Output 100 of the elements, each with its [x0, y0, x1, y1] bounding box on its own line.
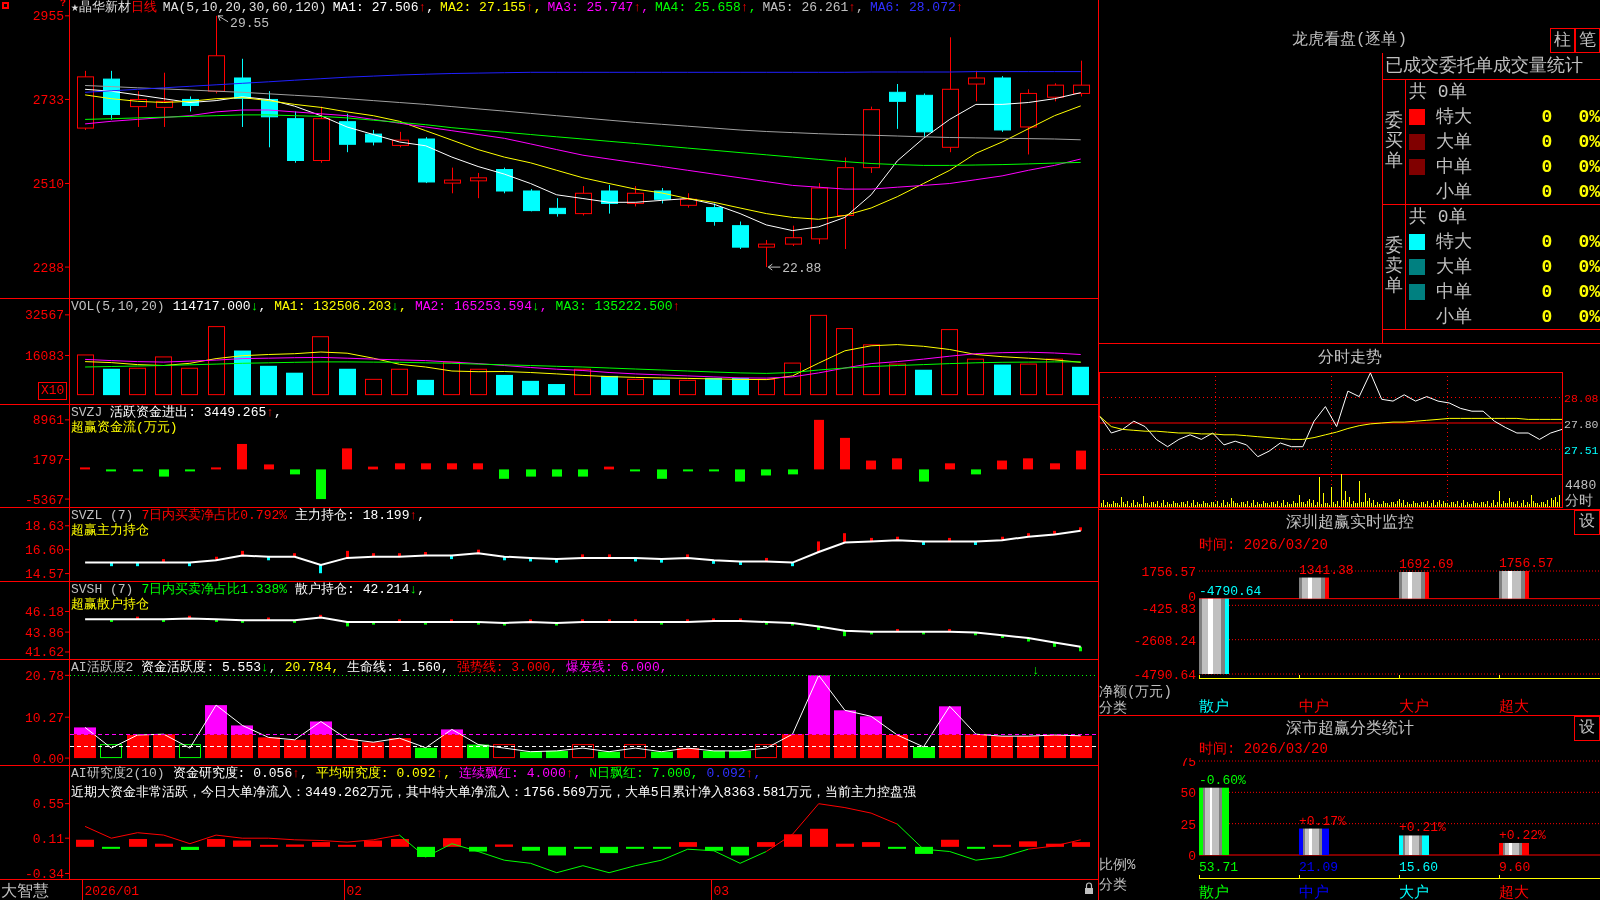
data-label: 21.09 — [1299, 860, 1338, 875]
indicator-reading: 0.092↑, — [706, 766, 762, 781]
indicator-name: AI研究度2(10) — [71, 766, 165, 781]
axis-label: 2955 — [32, 9, 64, 25]
order-count: 0 — [1540, 106, 1554, 129]
indicator-reading: MA2: 165253.594↓, — [414, 299, 548, 314]
order-size-label: 小单 — [1436, 305, 1473, 328]
indicator-reading: 平均研究度: 0.092↑, — [315, 766, 452, 781]
order-total: 共 0单 — [1409, 206, 1467, 229]
indicator-reading: MA1: 27.506↑, — [332, 0, 435, 15]
indicator-name: MA(5,10,20,30,60,120) — [162, 0, 327, 15]
indicator-name: SVSH (7) — [71, 582, 134, 597]
axis-label: 0 — [1188, 590, 1196, 605]
axis-label: 25 — [1180, 817, 1196, 833]
category-label: 大户 — [1399, 699, 1429, 715]
order-percent: 0% — [1578, 155, 1600, 178]
indicator-name: VOL(5,10,20) — [71, 299, 165, 314]
analysis-comment: 近期大资金非常活跃，今日大单净流入：3449.262万元，其中特大单净流入：1756.569万元，大单5日累计净入8363.581万元，当前主力控盘强 — [71, 785, 917, 801]
axis-label: 32567 — [25, 308, 64, 324]
category-label: 超大 — [1499, 699, 1529, 715]
category-label: 中户 — [1299, 885, 1329, 900]
indicator-subtitle: 超赢资金流(万元) — [71, 420, 178, 435]
order-count: 0 — [1540, 180, 1554, 203]
side-label: 委买单 — [1385, 112, 1403, 172]
indicator-name: SVZL (7) — [71, 508, 134, 523]
axis-label: -425.83 — [1141, 602, 1196, 617]
category-label: 超大 — [1499, 885, 1529, 900]
panel-title: 龙虎看盘(逐单) — [1291, 30, 1408, 50]
order-count: 0 — [1540, 256, 1554, 278]
axis-label: 14.57 — [25, 567, 64, 581]
indicator-reading: N日飘红: 7.000, — [589, 766, 699, 781]
axis-label: 27.51 — [1564, 443, 1599, 457]
date-label: 2026/01 — [84, 884, 140, 899]
brand-label: 大智慧 — [1, 883, 49, 900]
indicator-reading: 资金研究度: 0.056↑, — [172, 766, 308, 781]
data-label: 1341.38 — [1299, 562, 1354, 578]
data-label: 15.60 — [1399, 860, 1438, 875]
axis-label: 2510 — [32, 176, 64, 192]
indicator-reading: MA3: 25.747↑, — [547, 0, 649, 15]
timestamp-label: 时间: 2026/03/20 — [1199, 741, 1328, 757]
order-percent: 0% — [1578, 131, 1600, 153]
change-label: +0.21% — [1399, 820, 1446, 836]
indicator-reading: 连续飘红: 4.000↑, — [459, 766, 582, 781]
data-label: 9.60 — [1499, 860, 1531, 875]
panel-title: 深圳超赢实时监控 — [1285, 513, 1414, 534]
axis-label: 2733 — [32, 92, 64, 108]
axis-label: 28.08 — [1564, 392, 1599, 405]
indicator-name: SVZJ — [71, 405, 103, 420]
axis-label: -4790.64 — [1133, 668, 1196, 683]
order-size-label: 中单 — [1436, 155, 1473, 178]
axis-label: 2288 — [32, 260, 64, 276]
indicator-reading: 7日内买卖净占比0.792% — [141, 508, 288, 523]
axis-label: 10.27 — [25, 710, 64, 726]
timestamp-label: 时间: 2026/03/20 — [1199, 537, 1328, 553]
axis-label: 46.18 — [25, 605, 64, 620]
axis-label: 1756.57 — [1141, 565, 1196, 580]
indicator-reading: 强势线: 3.000, — [456, 660, 559, 675]
indicator-reading: MA2: 27.155↑, — [440, 0, 542, 15]
data-label: 1756.57 — [1499, 556, 1554, 571]
indicator-reading: MA4: 25.658↑, — [655, 0, 757, 15]
order-size-label: 特大 — [1436, 106, 1473, 129]
date-label: 02 — [346, 884, 363, 899]
axis-label: 0.00 — [32, 751, 64, 765]
axis-label: 0.55 — [32, 797, 64, 813]
data-label: -4790.64 — [1199, 583, 1262, 599]
price-extreme-label: 22.88 — [782, 261, 822, 277]
indicator-reading: 114717.000↓, — [172, 299, 267, 314]
data-label: 53.71 — [1199, 860, 1238, 875]
order-total: 共 0单 — [1409, 81, 1467, 104]
indicator-reading: 生命线: 1.560, — [347, 660, 449, 675]
axis-label: 8961 — [32, 413, 64, 429]
axis-label: 18.63 — [25, 519, 64, 535]
order-size-label: 小单 — [1436, 180, 1473, 203]
axis-label: 20.78 — [25, 668, 64, 684]
indicator-reading: MA6: 28.072↑ — [869, 0, 964, 15]
axis-label: 75 — [1180, 758, 1196, 770]
axis-label: -5367 — [25, 492, 64, 507]
order-percent: 0% — [1578, 305, 1600, 328]
category-label: 大户 — [1399, 885, 1429, 900]
axis-label: 27.80 — [1564, 417, 1599, 431]
order-count: 0 — [1540, 305, 1554, 328]
data-label: 1692.69 — [1399, 557, 1454, 572]
axis-label: 43.86 — [25, 625, 64, 641]
axis-title: 净额(万元) — [1099, 684, 1172, 700]
indicator-subtitle: 超赢主力持仓 — [71, 523, 149, 538]
indicator-reading: 散户持仓: 42.214↓, — [295, 582, 426, 597]
order-size-label: 中单 — [1436, 280, 1473, 303]
indicator-reading: MA3: 135222.500↑ — [555, 299, 681, 314]
indicator-reading: MA1: 132506.203↓, — [274, 299, 407, 314]
order-count: 0 — [1540, 231, 1554, 254]
indicator-reading: MA5: 26.261↑, — [762, 0, 864, 15]
order-percent: 0% — [1578, 180, 1600, 203]
date-label: 03 — [713, 884, 730, 899]
axis-label: 1797 — [32, 452, 64, 468]
category-label: 散户 — [1199, 885, 1229, 900]
axis-label: 50 — [1180, 786, 1196, 802]
period-label: 日线 — [130, 0, 157, 15]
panel-title: 深市超赢分类统计 — [1285, 718, 1414, 740]
order-count: 0 — [1540, 280, 1554, 303]
indicator-reading: 20.784, — [284, 660, 340, 675]
